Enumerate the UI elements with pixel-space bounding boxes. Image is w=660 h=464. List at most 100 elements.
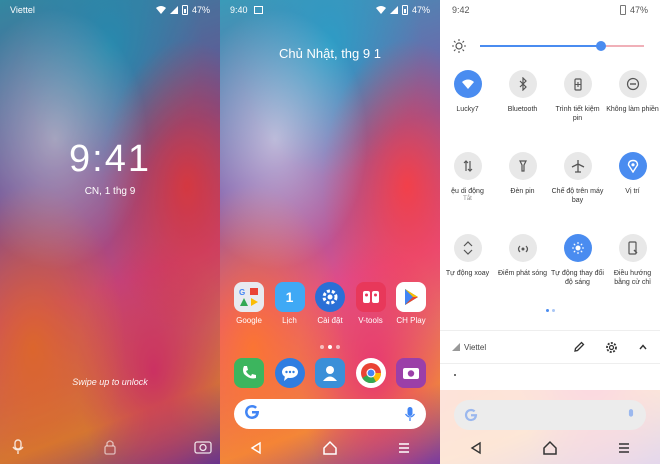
home-status-bar: 9:40 47% <box>220 0 440 20</box>
hotspot-icon <box>508 234 537 262</box>
page-dot-active <box>328 345 332 349</box>
lock-clock: 9:41 <box>69 138 151 180</box>
voice-search-icon <box>628 409 634 417</box>
battery-percent: 47% <box>629 5 648 15</box>
home-date-widget[interactable]: Chủ Nhật, thg 9 1 <box>220 46 440 61</box>
app-settings[interactable]: Cài đặt <box>311 282 349 325</box>
app-label: Cài đặt <box>317 316 343 325</box>
lock-icon[interactable] <box>101 438 119 456</box>
vtools-icon <box>355 282 386 312</box>
unlock-hint: Swipe up to unlock <box>72 377 148 387</box>
qs-footer: Viettel <box>440 330 660 364</box>
contacts-icon <box>315 358 345 388</box>
tile-label: Không làm phiền <box>606 106 659 113</box>
navigation-bar <box>220 432 440 464</box>
microphone-icon[interactable] <box>9 438 27 456</box>
gallery-notification-icon <box>253 6 263 14</box>
faded-search-bar <box>454 400 646 430</box>
dock-phone[interactable] <box>230 358 268 388</box>
qs-status-bar: 9:42 47% <box>440 0 660 20</box>
tile-label: Điều hướng bằng cử chỉ <box>613 270 652 286</box>
signal-icon <box>452 343 460 351</box>
app-label: CH Play <box>396 316 426 325</box>
qs-tile-do-not-disturb[interactable]: Không làm phiền <box>605 70 660 152</box>
voice-search-icon[interactable] <box>404 406 416 422</box>
home-screen: 9:40 47% Chủ Nhật, thg 9 1 G Google 1 Lị… <box>220 0 440 464</box>
google-logo-icon <box>464 408 478 422</box>
tile-row: Lucky7 Bluetooth Trình tiết kiệm pin Không … <box>440 70 660 152</box>
qs-tile-airplane[interactable]: Chế độ trên máy bay <box>550 152 605 234</box>
qs-tile-hotspot[interactable]: Điểm phát sóng <box>495 234 550 316</box>
tile-label: Lucky7 <box>456 106 479 113</box>
play-store-icon <box>396 282 426 312</box>
chrome-icon <box>355 358 386 388</box>
tile-row: ệu di động Tắt Đèn pin Chế độ trên máy bay V… <box>440 152 660 234</box>
wifi-status-icon <box>375 6 386 14</box>
tile-label: Điểm phát sóng <box>497 270 548 277</box>
carrier-label: Viettel <box>10 5 35 15</box>
home-icon[interactable] <box>322 440 338 456</box>
qs-tile-location[interactable]: Vị trí <box>605 152 660 234</box>
qs-tile-wifi[interactable]: Lucky7 <box>440 70 495 152</box>
tile-label: Vị trí <box>625 188 640 195</box>
tile-label: Trình tiết kiệm pin <box>555 106 600 122</box>
lock-date: CN, 1 thg 9 <box>84 186 136 197</box>
signal-status-icon <box>169 6 178 14</box>
brightness-slider[interactable] <box>480 41 644 51</box>
back-icon[interactable] <box>469 441 483 455</box>
dock-contacts[interactable] <box>311 358 349 388</box>
battery-status-icon <box>181 5 188 15</box>
dock-chrome[interactable] <box>352 358 390 388</box>
qs-tile-flashlight[interactable]: Đèn pin <box>495 152 550 234</box>
google-search-bar[interactable] <box>234 399 426 429</box>
dock-camera[interactable] <box>392 358 430 388</box>
home-wallpaper <box>220 0 440 464</box>
app-calendar[interactable]: 1 Lịch <box>271 282 309 325</box>
camera-icon[interactable] <box>194 438 212 456</box>
dock <box>230 358 430 388</box>
tile-label: Bluetooth <box>507 106 538 113</box>
back-icon[interactable] <box>249 441 263 455</box>
battery-status-icon <box>401 5 408 15</box>
lock-status-bar: Viettel 47% <box>0 0 220 20</box>
notification-dot <box>454 374 456 376</box>
app-vtools[interactable]: V-tools <box>352 282 390 325</box>
lock-screen: Viettel 47% 9:41 CN, 1 thg 9 Swipe up to… <box>0 0 220 464</box>
bluetooth-icon <box>508 70 537 98</box>
recents-icon[interactable] <box>397 441 411 455</box>
calendar-icon: 1 <box>274 282 305 312</box>
wifi-icon <box>453 70 482 98</box>
qs-tile-gesture-nav[interactable]: Điều hướng bằng cử chỉ <box>605 234 660 316</box>
tile-sublabel: Tắt <box>463 196 472 202</box>
home-clock: 9:40 <box>230 5 248 15</box>
flashlight-icon <box>508 152 537 180</box>
qs-tile-auto-brightness[interactable]: Tự động thay đổi độ sáng <box>550 234 605 316</box>
brightness-slider-thumb[interactable] <box>596 41 607 51</box>
qs-tile-mobile-data[interactable]: ệu di động Tắt <box>440 152 495 234</box>
tile-row: Tự động xoay Điểm phát sóng Tự động thay đ… <box>440 234 660 316</box>
qs-tile-bluetooth[interactable]: Bluetooth <box>495 70 550 152</box>
qs-tile-battery-saver[interactable]: Trình tiết kiệm pin <box>550 70 605 152</box>
app-google-folder[interactable]: G Google <box>230 282 268 325</box>
page-dot <box>336 345 340 349</box>
dock-messages[interactable] <box>271 358 309 388</box>
tile-label: Đèn pin <box>510 188 535 195</box>
app-row: G Google 1 Lịch Cài đặt V-tools CH Play <box>230 282 430 325</box>
home-screen-behind <box>440 390 660 464</box>
edit-icon[interactable] <box>573 341 585 353</box>
collapse-chevron-icon[interactable] <box>638 342 648 352</box>
brightness-icon <box>452 39 466 53</box>
tile-label: Tự động xoay <box>445 270 490 277</box>
app-play-store[interactable]: CH Play <box>392 282 430 325</box>
battery-percent: 47% <box>191 5 210 15</box>
tile-label: ệu di động <box>451 188 484 195</box>
battery-percent: 47% <box>411 5 430 15</box>
qs-carrier-label: Viettel <box>464 342 487 352</box>
settings-gear-icon[interactable] <box>605 341 618 354</box>
app-label: Google <box>236 316 262 325</box>
qs-tile-auto-rotate[interactable]: Tự động xoay <box>440 234 495 316</box>
quick-settings-panel: 9:42 47% Lucky7 Bluetooth Trình tiết kiệm … <box>440 0 660 464</box>
recents-icon[interactable] <box>617 441 631 455</box>
home-icon[interactable] <box>542 440 558 456</box>
tile-label: Tự động thay đổi độ sáng <box>551 270 604 286</box>
